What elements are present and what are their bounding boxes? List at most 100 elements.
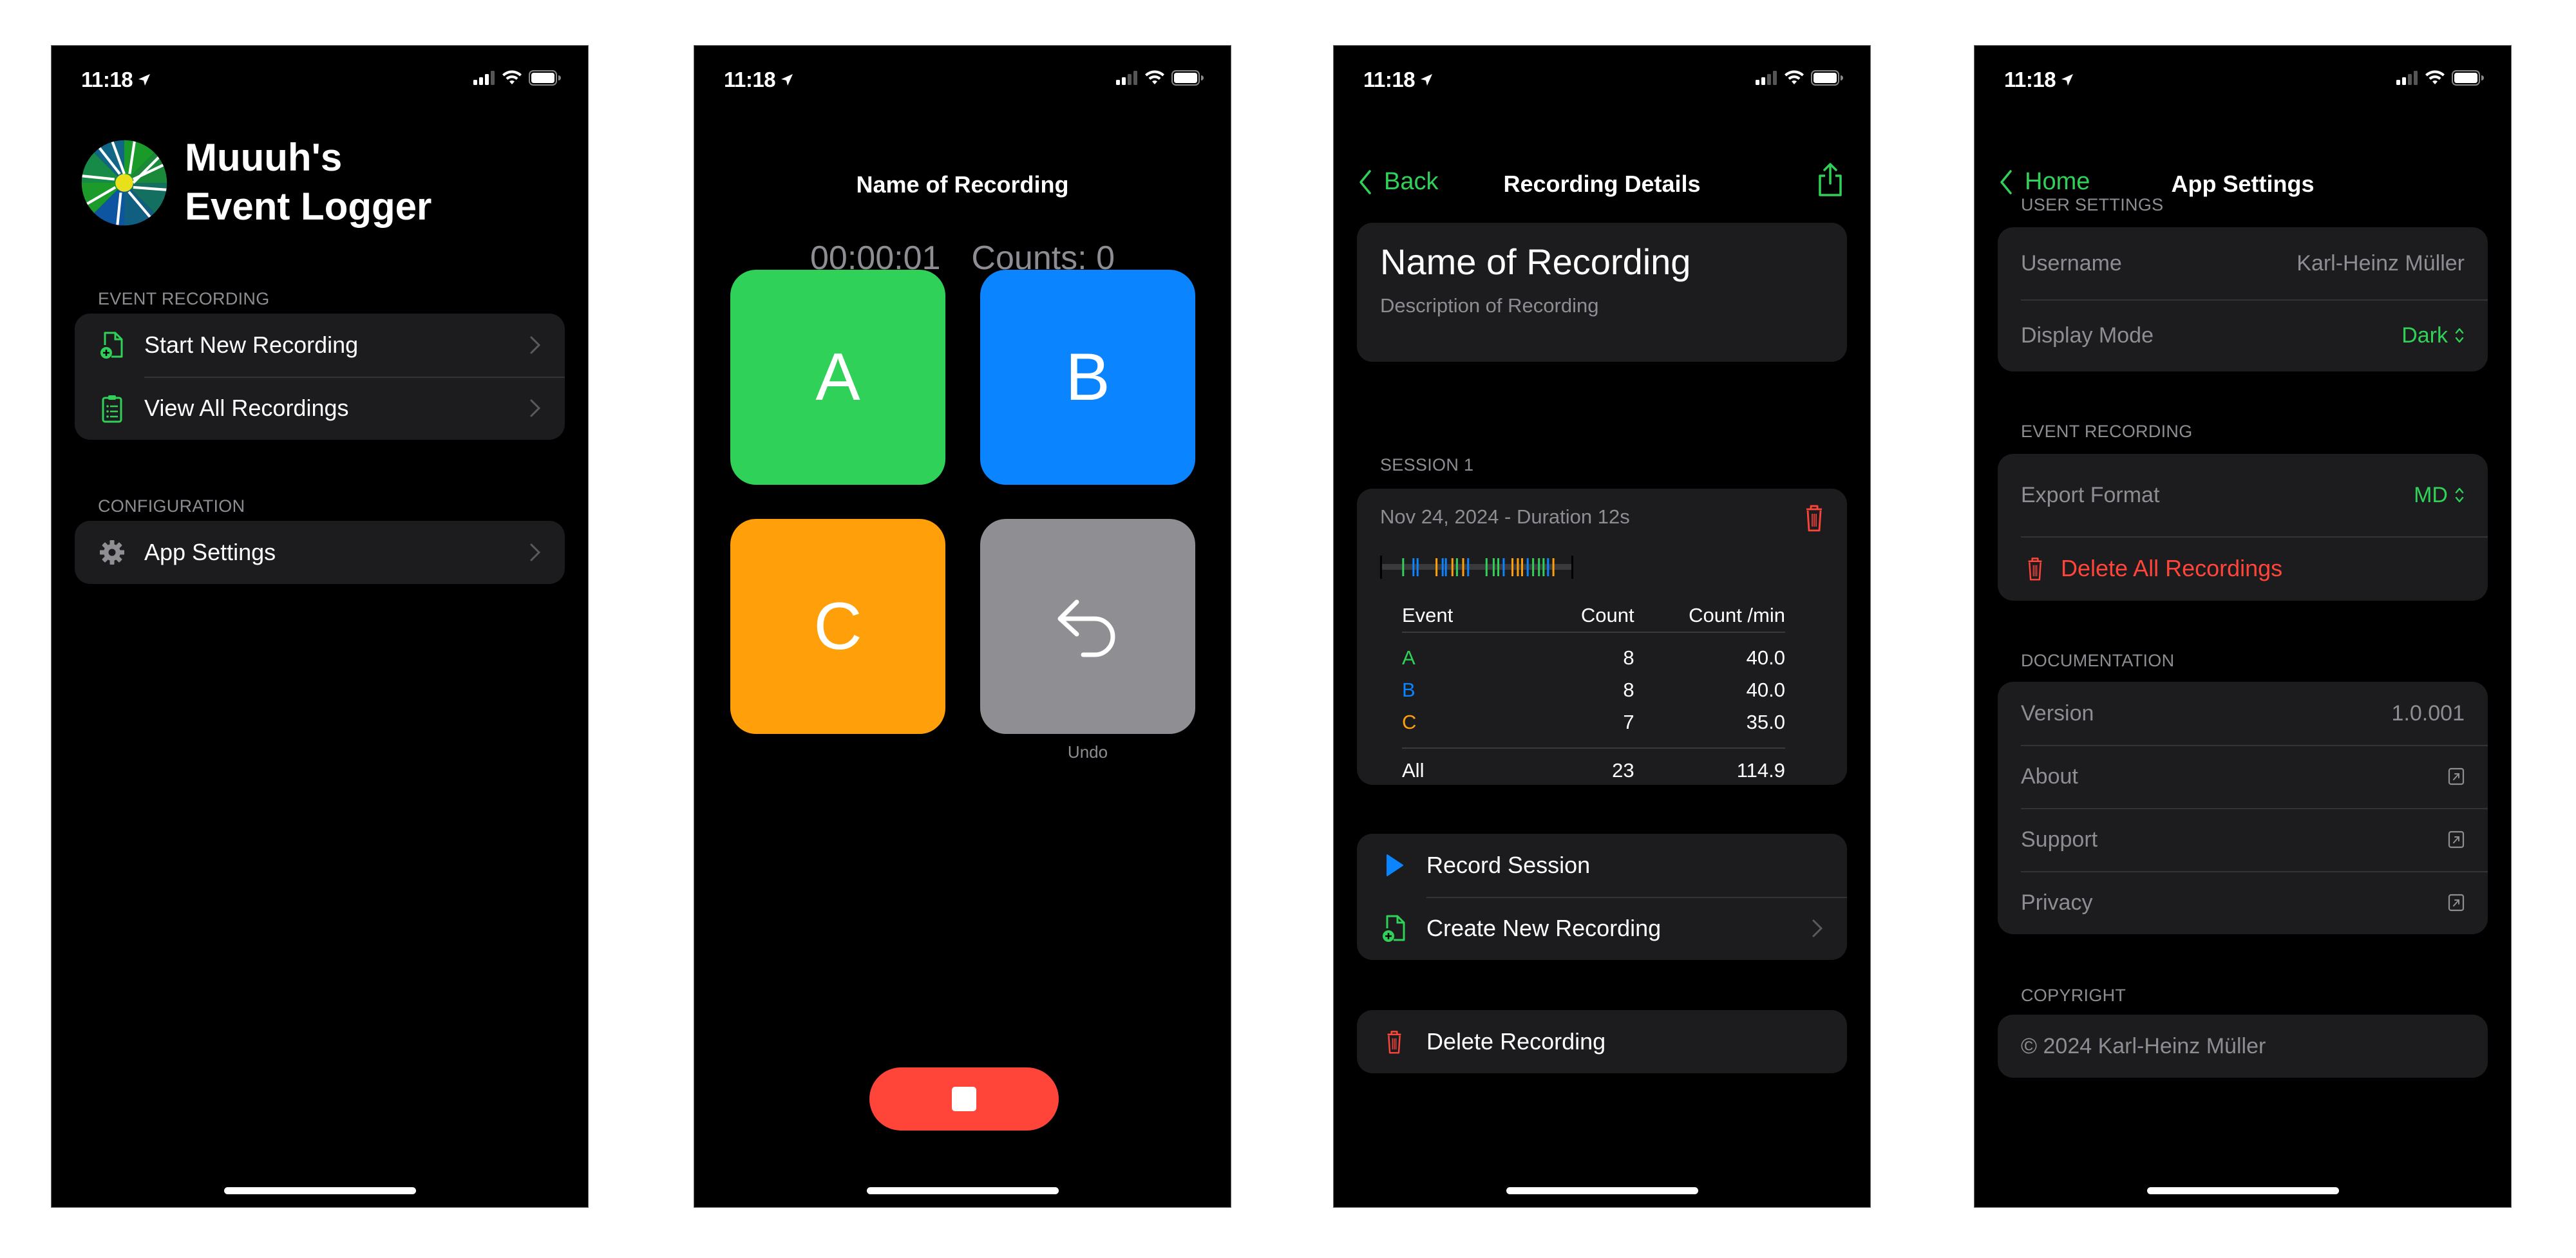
battery-icon	[1811, 70, 1843, 86]
timeline-tick-a	[1538, 558, 1540, 576]
export-format-picker[interactable]: MD	[2414, 483, 2465, 508]
documentation-group: Version 1.0.001 About Support Privacy	[1998, 682, 2488, 934]
cell-event: C	[1402, 711, 1417, 733]
status-icons	[1756, 70, 1843, 86]
recording-description: Description of Recording	[1380, 294, 1599, 317]
timeline-tick-b	[1467, 558, 1470, 576]
delete-all-recordings-row[interactable]: Delete All Recordings	[1998, 536, 2488, 601]
table-row: A 8 40.0	[1402, 642, 1785, 674]
status-time: 11:18	[2004, 68, 2075, 92]
location-arrow-icon	[138, 74, 151, 86]
chevron-up-down-icon	[2455, 487, 2464, 503]
trash-icon[interactable]	[1804, 503, 1824, 532]
external-link-icon	[2448, 894, 2465, 912]
event-count-table: Event Count Count /min A 8 40.0 B 8 40.0…	[1402, 599, 1785, 787]
timeline-tick-b	[1412, 558, 1415, 576]
record-session-row[interactable]: Record Session	[1357, 834, 1847, 897]
session-card: Nov 24, 2024 - Duration 12s Event Count …	[1357, 489, 1847, 785]
external-link-icon	[2448, 767, 2465, 785]
home-indicator[interactable]	[1506, 1187, 1698, 1194]
timeline-tick-b	[1416, 558, 1419, 576]
display-mode-picker[interactable]: Dark	[2401, 323, 2465, 348]
section-header-copyright: COPYRIGHT	[2021, 986, 2126, 1005]
copyright-group: © 2024 Karl-Heinz Müller	[1998, 1015, 2488, 1078]
doc-badge-plus-icon	[1380, 914, 1408, 943]
chevron-right-icon	[1812, 919, 1823, 937]
doc-badge-plus-icon	[98, 331, 126, 359]
view-all-recordings-row[interactable]: View All Recordings	[75, 377, 565, 440]
timeline-tick-a	[1455, 558, 1458, 576]
back-button[interactable]: Back	[1358, 168, 1438, 196]
version-row: Version 1.0.001	[1998, 682, 2488, 745]
col-header-event: Event	[1402, 604, 1454, 626]
privacy-link-row[interactable]: Privacy	[1998, 871, 2488, 934]
user-settings-group: Username Karl-Heinz Müller Display Mode …	[1998, 227, 2488, 371]
about-label: About	[2021, 764, 2078, 789]
timeline-tick-a	[1532, 558, 1535, 576]
start-new-recording-row[interactable]: Start New Recording	[75, 314, 565, 377]
home-indicator[interactable]	[223, 1187, 416, 1194]
recording-name-card[interactable]: Name of Recording Description of Recordi…	[1357, 223, 1847, 362]
version-label: Version	[2021, 700, 2094, 726]
home-indicator[interactable]	[2146, 1187, 2339, 1194]
export-format-value: MD	[2414, 482, 2448, 507]
status-icons	[1116, 70, 1204, 86]
timeline-tick-a	[1492, 558, 1495, 576]
row-label: Delete Recording	[1426, 1028, 1606, 1055]
chevron-left-icon	[1359, 169, 1371, 194]
timeline-tick-c	[1511, 558, 1513, 576]
chevron-right-icon	[530, 543, 541, 561]
stop-recording-button[interactable]	[869, 1067, 1059, 1131]
support-link-row[interactable]: Support	[1998, 808, 2488, 871]
row-label: Record Session	[1426, 852, 1591, 878]
clipboard-list-icon	[98, 394, 126, 423]
status-time: 11:18	[724, 68, 795, 92]
actions-group: Record Session Create New Recording	[1357, 834, 1847, 960]
event-button-a[interactable]: A	[730, 270, 945, 485]
support-label: Support	[2021, 827, 2098, 852]
export-format-row[interactable]: Export Format MD	[1998, 454, 2488, 536]
event-button-b[interactable]: B	[980, 270, 1195, 485]
username-value[interactable]: Karl-Heinz Müller	[2297, 251, 2465, 276]
about-link-row[interactable]: About	[1998, 745, 2488, 808]
app-settings-row[interactable]: App Settings	[75, 521, 565, 584]
copyright-text: © 2024 Karl-Heinz Müller	[2021, 1033, 2266, 1058]
table-row: B 8 40.0	[1402, 674, 1785, 706]
row-label: View All Recordings	[144, 395, 349, 421]
create-new-recording-row[interactable]: Create New Recording	[1357, 897, 1847, 960]
clock: 11:18	[1363, 68, 1416, 91]
undo-arrow-icon	[1057, 599, 1115, 657]
location-arrow-icon	[781, 74, 793, 86]
col-header-count: Count	[1580, 604, 1634, 626]
home-back-button[interactable]: Home	[1999, 168, 2090, 196]
timeline-tick-c	[1451, 558, 1454, 576]
chevron-right-icon	[530, 336, 541, 354]
status-time: 11:18	[1363, 68, 1434, 92]
timeline-tick-c	[1552, 558, 1555, 576]
delete-recording-row[interactable]: Delete Recording	[1357, 1010, 1847, 1073]
battery-icon	[1171, 70, 1204, 86]
home-indicator[interactable]	[866, 1187, 1059, 1194]
display-mode-label: Display Mode	[2021, 323, 2154, 348]
event-button-c[interactable]: C	[730, 519, 945, 734]
wifi-icon	[1145, 70, 1164, 84]
copyright-row: © 2024 Karl-Heinz Müller	[1998, 1015, 2488, 1078]
cellular-signal-icon	[2396, 71, 2418, 85]
wifi-icon	[502, 70, 522, 84]
event-recording-settings-group: Export Format MD Delete All Recordings	[1998, 454, 2488, 601]
share-icon[interactable]	[1816, 162, 1844, 198]
status-icons	[2396, 70, 2484, 86]
version-value: 1.0.001	[2391, 700, 2465, 726]
timeline-tick-a	[1497, 558, 1499, 576]
timeline-tick-a	[1485, 558, 1488, 576]
undo-button[interactable]	[980, 519, 1195, 734]
location-arrow-icon	[2061, 74, 2074, 86]
recording-name: Name of Recording	[1380, 241, 1691, 282]
cellular-signal-icon	[473, 71, 495, 85]
username-row[interactable]: Username Karl-Heinz Müller	[1998, 227, 2488, 299]
home-screen: 11:18 Muuuh's Event Logger EVENT RECORDI…	[51, 45, 589, 1208]
timeline-tick-b	[1502, 558, 1505, 576]
clock: 11:18	[81, 68, 133, 91]
display-mode-row[interactable]: Display Mode Dark	[1998, 299, 2488, 371]
table-row: C 7 35.0	[1402, 706, 1785, 738]
